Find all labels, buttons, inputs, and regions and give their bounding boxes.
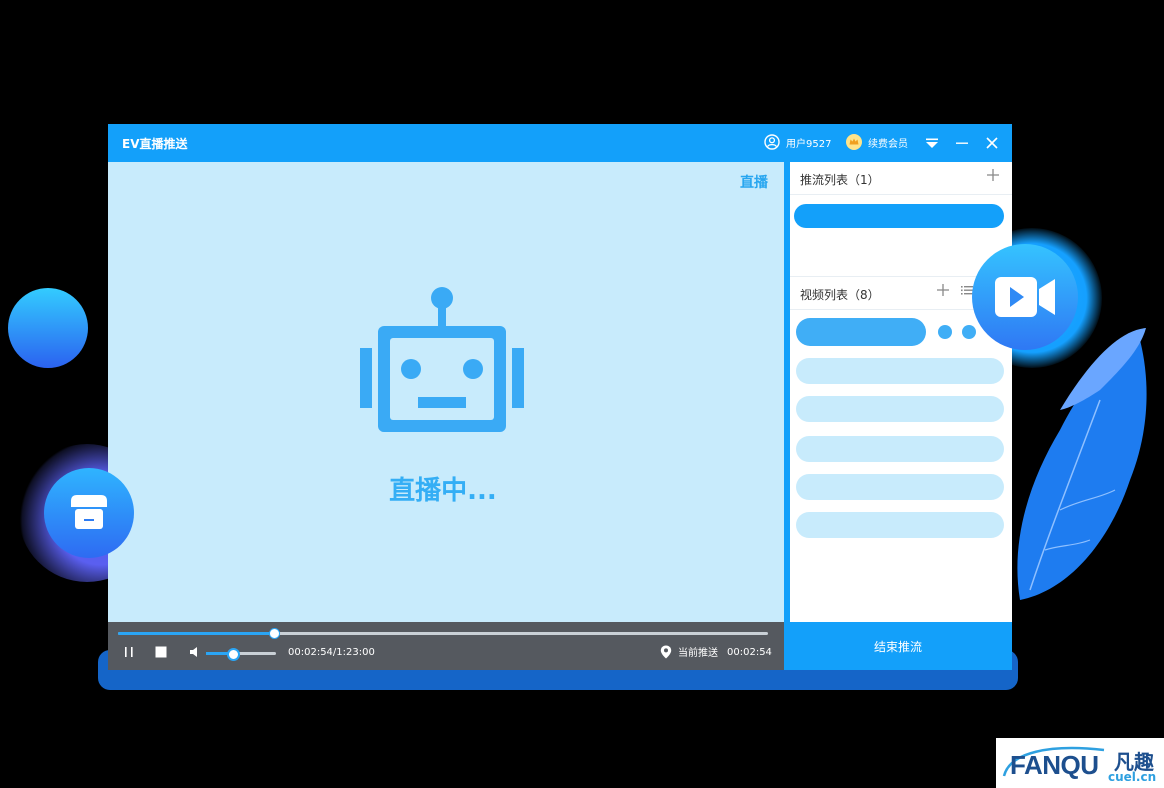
video-camera-icon (995, 277, 1055, 317)
video-list-item[interactable] (796, 358, 1004, 384)
decor-store-bubble (44, 468, 134, 558)
progress-handle[interactable] (269, 628, 280, 639)
current-push: 当前推送 (660, 644, 718, 659)
minimize-button[interactable] (952, 133, 972, 153)
title-bar: EV直播推送 用户9527 续费会员 (108, 124, 1012, 162)
crown-icon (846, 134, 862, 150)
user-account[interactable]: 用户9527 (764, 134, 831, 150)
video-list-item[interactable] (796, 396, 1004, 422)
watermark: FANQU 凡趣 cuel.cn (996, 738, 1164, 788)
video-item-action[interactable] (938, 325, 952, 339)
stream-list-title: 推流列表（1） (800, 173, 880, 187)
minimize-icon (956, 142, 968, 144)
volume-button[interactable] (188, 644, 202, 660)
add-video-button[interactable] (936, 283, 950, 301)
decor-leaf (1017, 328, 1147, 600)
video-list-item-active[interactable] (796, 318, 926, 346)
current-push-label: 当前推送 (678, 648, 718, 659)
add-stream-button[interactable] (986, 168, 1000, 186)
plus-icon (937, 284, 949, 296)
stop-icon (155, 646, 167, 658)
stream-list-header: 推流列表（1） (790, 162, 1012, 195)
plus-icon (987, 169, 999, 181)
close-button[interactable] (982, 133, 1002, 153)
location-pin-icon (660, 645, 672, 658)
playback-time: 00:02:54/1:23:00 (288, 647, 375, 658)
volume-handle[interactable] (226, 648, 240, 661)
stream-list-item[interactable] (794, 204, 1004, 228)
video-player[interactable]: 直播 直播中... (108, 162, 784, 622)
pause-icon (125, 647, 133, 657)
app-window: EV直播推送 用户9527 续费会员 直播 直播中... 00:02:54/1:… (108, 124, 1012, 670)
user-label: 用户9527 (786, 138, 832, 150)
volume-icon (190, 647, 197, 657)
vip-label: 续费会员 (868, 138, 908, 150)
vip-renew-link[interactable]: 续费会员 (846, 134, 908, 150)
side-panel: 推流列表（1） 视频列表（8） (790, 162, 1012, 622)
current-push-time: 00:02:54 (727, 647, 772, 658)
end-stream-button[interactable]: 结束推流 (784, 622, 1012, 670)
volume-slider[interactable] (206, 648, 276, 661)
progress-fill (118, 632, 274, 635)
dropdown-button[interactable] (922, 133, 942, 153)
stop-button[interactable] (154, 644, 168, 660)
watermark-domain: cuel.cn (1108, 770, 1157, 784)
player-controls: 00:02:54/1:23:00 当前推送 00:02:54 (108, 622, 784, 670)
robot-icon (360, 287, 524, 432)
video-list-item[interactable] (796, 512, 1004, 538)
live-tag: 直播 (740, 175, 768, 191)
watermark-brand: FANQU (1010, 750, 1099, 780)
decor-video-bubble (972, 244, 1078, 350)
pause-button[interactable] (122, 644, 136, 660)
dropdown-icon (926, 138, 938, 148)
progress-bar[interactable] (118, 628, 768, 639)
video-list-item[interactable] (796, 436, 1004, 462)
video-list-title: 视频列表（8） (800, 288, 880, 302)
video-item-action[interactable] (962, 325, 976, 339)
close-icon (986, 137, 998, 149)
store-icon (71, 495, 107, 529)
video-list-item[interactable] (796, 474, 1004, 500)
app-title: EV直播推送 (122, 137, 188, 151)
live-status-text: 直播中... (389, 476, 497, 506)
decor-bubble-left (8, 288, 88, 368)
user-circle-icon (764, 134, 780, 150)
